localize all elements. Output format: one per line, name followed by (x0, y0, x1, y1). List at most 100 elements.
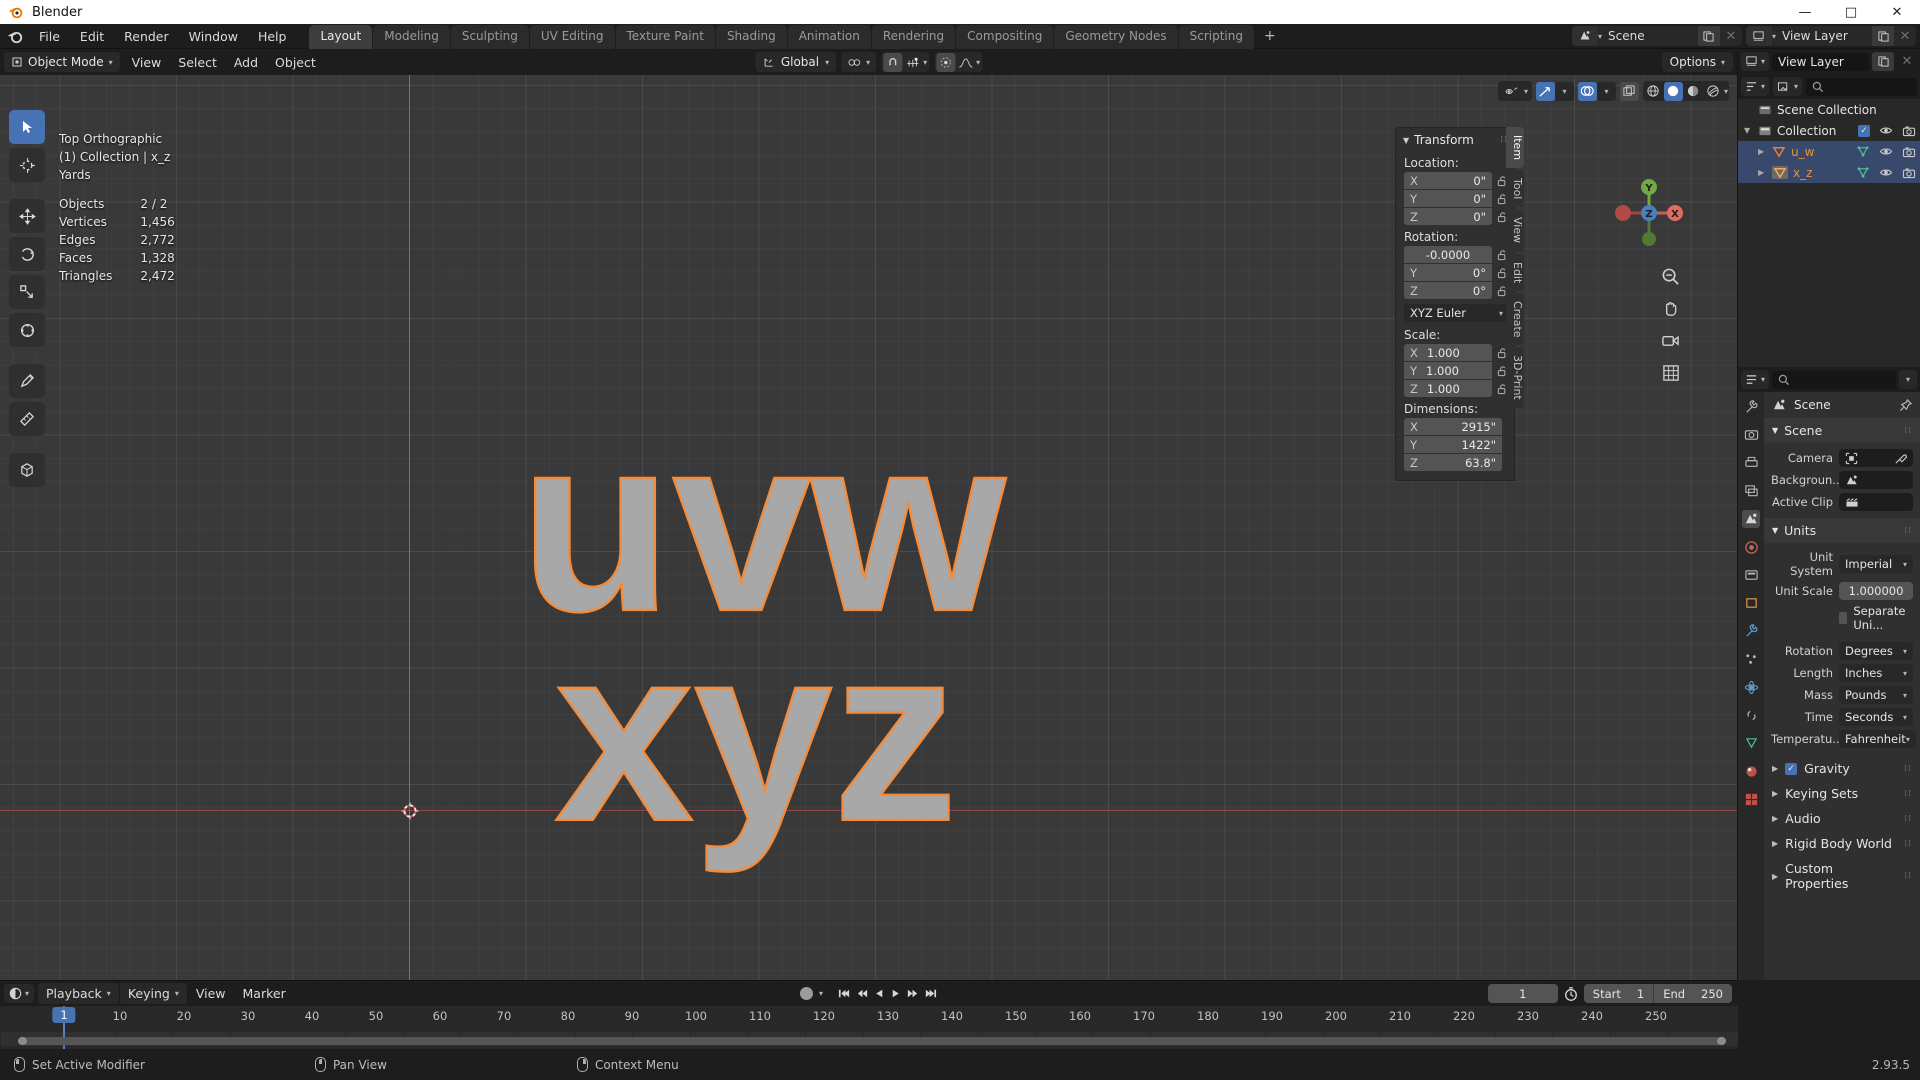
tool-move[interactable] (9, 199, 45, 233)
n-tab-create[interactable]: Create (1506, 292, 1524, 346)
xz-render-icon[interactable] (1902, 167, 1916, 179)
dimensions-z-field[interactable]: Z 63.8" (1404, 454, 1502, 471)
location-z-field[interactable]: Z 0" (1404, 208, 1492, 225)
audio-accordion[interactable]: ▶ Audio ⁞⁞ (1764, 806, 1920, 831)
outliner-search-input[interactable] (1806, 77, 1917, 96)
frame-range-field[interactable]: Start 1 End 250 (1583, 984, 1732, 1003)
xz-visibility-icon[interactable] (1879, 167, 1893, 178)
location-x-field[interactable]: X 0" (1404, 172, 1492, 189)
new-view-layer-button[interactable] (1872, 26, 1894, 46)
view-layer-properties-icon[interactable] (1742, 482, 1760, 500)
dimensions-y-field[interactable]: Y 1422" (1404, 436, 1502, 453)
view-layer-selector[interactable]: ▾ View Layer ✕ (1745, 26, 1916, 46)
snap-increment-icon[interactable] (903, 53, 922, 72)
timeline-editor-type-selector[interactable]: ▾ (4, 984, 35, 1003)
camera-field[interactable] (1839, 449, 1913, 467)
options-button[interactable]: Options ▾ (1661, 52, 1733, 72)
show-overlays-icon[interactable] (1577, 81, 1597, 101)
collection-render-icon[interactable] (1902, 125, 1916, 137)
tool-properties-icon[interactable] (1742, 398, 1760, 416)
outliner-row-collection[interactable]: ▼ Collection ✓ (1738, 120, 1920, 141)
tab-rendering[interactable]: Rendering (871, 24, 956, 49)
tab-compositing[interactable]: Compositing (956, 24, 1054, 49)
length-units-select[interactable]: Inches ▾ (1839, 664, 1913, 682)
active-clip-field[interactable] (1839, 493, 1913, 511)
outliner-row-uw[interactable]: ▶ u_w (1738, 141, 1920, 162)
location-y-field[interactable]: Y 0" (1404, 190, 1492, 207)
uw-render-icon[interactable] (1902, 146, 1916, 158)
gravity-checkbox[interactable]: ✓ (1785, 762, 1798, 775)
data-properties-icon[interactable] (1742, 734, 1760, 752)
timeline-menu-view[interactable]: View (188, 983, 234, 1004)
temperature-units-select[interactable]: Fahrenheit ▾ (1839, 730, 1916, 748)
particles-properties-icon[interactable] (1742, 650, 1760, 668)
outliner-delete-button[interactable]: ✕ (1897, 54, 1917, 69)
scene-section-header[interactable]: ▼ Scene ⁞⁞ (1764, 418, 1920, 443)
tab-animation[interactable]: Animation (787, 24, 871, 49)
jump-start-icon[interactable] (837, 987, 852, 1000)
transform-panel-header[interactable]: ▼ Transform ⁞⁞ (1396, 128, 1514, 152)
timeline-menu-marker[interactable]: Marker (235, 983, 294, 1004)
add-workspace-button[interactable]: + (1255, 24, 1285, 49)
start-frame-field[interactable]: Start 1 (1584, 987, 1653, 1001)
output-properties-icon[interactable] (1742, 454, 1760, 472)
time-units-select[interactable]: Seconds ▾ (1839, 708, 1913, 726)
xz-expand-icon[interactable]: ▶ (1758, 168, 1767, 177)
scale-x-field[interactable]: X 1.000 (1404, 344, 1492, 361)
custom-properties-accordion[interactable]: ▶ Custom Properties ⁞⁞ (1764, 856, 1920, 896)
material-properties-icon[interactable] (1742, 762, 1760, 780)
properties-editor-type-selector[interactable]: ▾ (1741, 370, 1770, 389)
minimize-button[interactable]: — (1782, 0, 1828, 24)
ortho-persp-toggle-icon[interactable] (1659, 361, 1682, 384)
collection-visibility-icon[interactable] (1879, 125, 1893, 136)
overlay-chevron-icon[interactable]: ▾ (1596, 81, 1616, 101)
rotation-mode-selector[interactable]: XYZ Euler ▾ (1404, 304, 1509, 322)
end-frame-field[interactable]: End 250 (1654, 987, 1732, 1001)
unit-system-select[interactable]: Imperial ▾ (1839, 555, 1913, 573)
gravity-accordion[interactable]: ▶ ✓ Gravity ⁞⁞ (1764, 756, 1920, 781)
collection-expand-icon[interactable]: ▼ (1744, 126, 1753, 135)
use-preview-range-icon[interactable] (1563, 986, 1579, 1002)
tab-modeling[interactable]: Modeling (373, 24, 450, 49)
tab-uv-editing[interactable]: UV Editing (529, 24, 615, 49)
rotation-y-field[interactable]: Y 0° (1404, 264, 1492, 281)
auto-keying-chevron-icon[interactable]: ▾ (819, 989, 823, 998)
close-button[interactable]: ✕ (1874, 0, 1920, 24)
background-field[interactable] (1839, 471, 1913, 489)
xz-mesh-data-icon[interactable] (1856, 166, 1870, 179)
current-frame-field[interactable]: 1 (1487, 984, 1558, 1003)
n-tab-view[interactable]: View (1506, 209, 1524, 252)
tool-rotate[interactable] (9, 237, 45, 271)
scrollbar-right-knob[interactable] (1717, 1037, 1726, 1045)
tool-tweak[interactable] (9, 110, 45, 144)
n-tab-3d-print[interactable]: 3D-Print (1506, 347, 1524, 409)
separate-units-checkbox[interactable] (1839, 612, 1848, 624)
new-scene-button[interactable] (1697, 26, 1720, 46)
object-properties-icon[interactable] (1742, 594, 1760, 612)
zoom-icon[interactable] (1659, 265, 1682, 288)
viewport-menu-object[interactable]: Object (267, 52, 324, 73)
tool-add-cube[interactable] (9, 453, 45, 487)
next-keyframe-icon[interactable] (905, 987, 920, 1000)
remove-view-layer-button[interactable]: ✕ (1894, 26, 1916, 46)
rotation-x-field[interactable]: -0.0000 (1404, 246, 1492, 263)
play-icon[interactable] (889, 987, 902, 1000)
n-tab-edit[interactable]: Edit (1506, 253, 1524, 291)
rotation-z-field[interactable]: Z 0° (1404, 282, 1492, 299)
mass-units-select[interactable]: Pounds ▾ (1839, 686, 1913, 704)
viewport-menu-add[interactable]: Add (226, 52, 266, 73)
material-preview-shading-icon[interactable] (1684, 82, 1703, 101)
render-properties-icon[interactable] (1742, 426, 1760, 444)
pivot-point-selector[interactable]: ▾ (841, 52, 877, 72)
timeline-menu-playback[interactable]: Playback ▾ (38, 983, 119, 1004)
units-section-header[interactable]: ▼ Units ⁞⁞ (1764, 518, 1920, 543)
rendered-shading-icon[interactable] (1704, 82, 1723, 101)
tool-cursor[interactable] (9, 148, 45, 182)
tool-annotate[interactable] (9, 364, 45, 398)
collection-checkbox[interactable]: ✓ (1858, 124, 1870, 137)
physics-properties-icon[interactable] (1742, 678, 1760, 696)
wireframe-shading-icon[interactable] (1644, 82, 1663, 101)
keying-sets-accordion[interactable]: ▶ Keying Sets ⁞⁞ (1764, 781, 1920, 806)
camera-view-icon[interactable] (1659, 329, 1682, 352)
delete-scene-button[interactable]: ✕ (1719, 26, 1742, 46)
